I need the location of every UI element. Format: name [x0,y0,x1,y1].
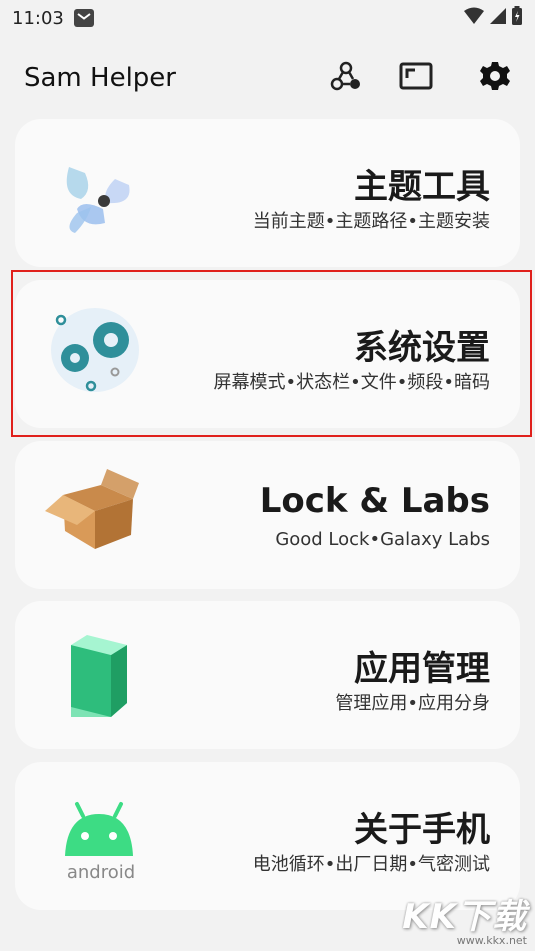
card-title: Lock & Labs [259,481,490,521]
android-icon: android [43,792,139,883]
signal-icon [489,7,507,29]
screen-button[interactable] [381,53,451,103]
watermark: KK下载 www.kkx.net [402,889,527,947]
battery-charging-icon [511,6,523,30]
card-subtitle: 管理应用•应用分身 [335,693,490,714]
app-bar: Sam Helper [0,50,535,106]
card-theme-tools[interactable]: 主题工具 当前主题•主题路径•主题安装 [15,119,520,267]
status-bar: 11:03 [0,0,535,36]
card-title: 应用管理 [354,649,490,689]
watermark-logo: KK下载 [402,897,527,937]
settings-gear-icon [479,60,511,96]
card-subtitle: 当前主题•主题路径•主题安装 [252,211,490,232]
card-subtitle: Good Lock•Galaxy Labs [275,529,490,550]
status-time: 11:03 [12,7,64,29]
open-box-icon [43,469,139,559]
highlight-box [11,270,532,437]
card-subtitle: 电池循环•出厂日期•气密测试 [252,854,490,875]
android-wordmark: android [66,862,136,883]
app-title: Sam Helper [24,63,176,93]
pinwheel-icon [43,149,139,237]
settings-button[interactable] [451,53,511,103]
card-title: 主题工具 [354,167,490,207]
cube-icon [43,631,139,719]
wifi-icon [463,7,485,29]
card-about-phone[interactable]: android 关于手机 电池循环•出厂日期•气密测试 [15,762,520,910]
card-lock-labs[interactable]: Lock & Labs Good Lock•Galaxy Labs [15,441,520,589]
card-app-management[interactable]: 应用管理 管理应用•应用分身 [15,601,520,749]
network-nodes-icon [330,60,362,96]
network-button[interactable] [311,53,381,103]
screen-frame-icon [399,62,433,94]
card-title: 关于手机 [354,810,490,850]
mail-icon [73,9,94,27]
